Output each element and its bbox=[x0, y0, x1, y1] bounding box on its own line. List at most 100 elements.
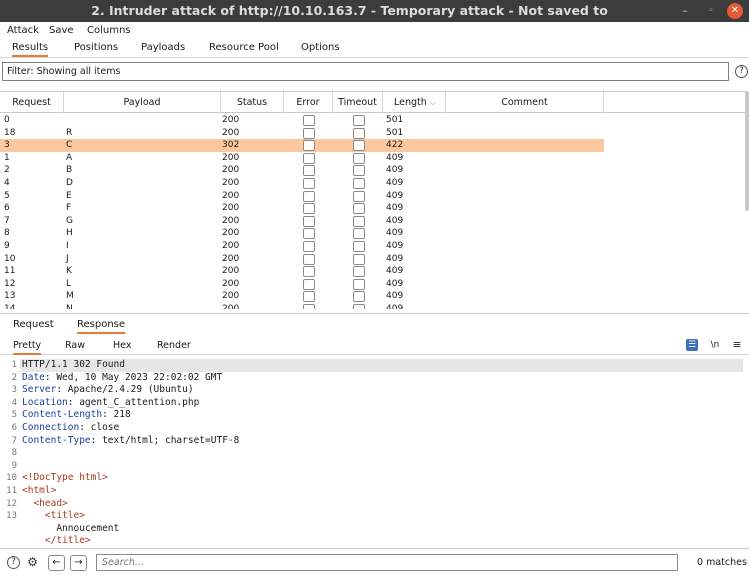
table-row[interactable]: 8 H 200 409 bbox=[0, 227, 745, 240]
row-background bbox=[0, 164, 604, 177]
column-length[interactable]: Length ⌵ bbox=[383, 92, 446, 113]
table-row[interactable]: 9 I 200 409 bbox=[0, 240, 745, 253]
filter-bar[interactable]: Filter: Showing all items bbox=[2, 62, 729, 81]
column-request[interactable]: Request bbox=[0, 92, 64, 113]
timeout-checkbox[interactable] bbox=[353, 165, 365, 177]
table-row[interactable]: 13 M 200 409 bbox=[0, 290, 745, 303]
timeout-checkbox[interactable] bbox=[353, 140, 365, 152]
tab-results[interactable]: Results bbox=[12, 42, 49, 57]
back-button[interactable]: ← bbox=[48, 555, 65, 571]
timeout-checkbox[interactable] bbox=[353, 291, 365, 303]
column-timeout[interactable]: Timeout bbox=[333, 92, 383, 113]
table-row[interactable]: 10 J 200 409 bbox=[0, 253, 745, 266]
menu-save[interactable]: Save bbox=[49, 25, 74, 36]
timeout-checkbox[interactable] bbox=[353, 115, 365, 126]
error-checkbox[interactable] bbox=[303, 304, 315, 309]
table-row[interactable]: 6 F 200 409 bbox=[0, 202, 745, 215]
tab-raw[interactable]: Raw bbox=[65, 340, 85, 351]
tab-response[interactable]: Response bbox=[77, 319, 126, 334]
timeout-checkbox[interactable] bbox=[353, 127, 365, 139]
tab-payloads[interactable]: Payloads bbox=[141, 42, 185, 53]
cell-length: 409 bbox=[386, 266, 404, 277]
row-background bbox=[0, 278, 604, 291]
tab-pretty[interactable]: Pretty bbox=[13, 340, 42, 355]
table-row[interactable]: 3 C 302 422 bbox=[0, 139, 745, 152]
timeout-checkbox[interactable] bbox=[353, 253, 365, 265]
cell-length: 409 bbox=[386, 291, 404, 302]
column-status[interactable]: Status bbox=[221, 92, 284, 113]
cell-status: 200 bbox=[222, 228, 240, 239]
error-checkbox[interactable] bbox=[303, 178, 315, 189]
timeout-checkbox[interactable] bbox=[353, 241, 365, 252]
tab-options[interactable]: Options bbox=[301, 42, 340, 53]
settings-gear-icon[interactable]: ⚙ bbox=[26, 556, 39, 569]
row-background bbox=[0, 177, 604, 190]
error-checkbox[interactable] bbox=[303, 253, 315, 265]
timeout-checkbox[interactable] bbox=[353, 203, 365, 215]
minimize-button[interactable]: – bbox=[677, 3, 693, 19]
error-checkbox[interactable] bbox=[303, 115, 315, 126]
table-row[interactable]: 5 E 200 409 bbox=[0, 190, 745, 203]
tab-resource-pool[interactable]: Resource Pool bbox=[209, 42, 279, 53]
filter-help-icon[interactable]: ? bbox=[735, 65, 748, 78]
timeout-checkbox[interactable] bbox=[353, 152, 365, 164]
table-row[interactable]: 14 N 200 409 bbox=[0, 303, 745, 309]
tab-render[interactable]: Render bbox=[157, 340, 191, 351]
timeout-checkbox[interactable] bbox=[353, 304, 365, 309]
error-checkbox[interactable] bbox=[303, 140, 315, 152]
column-length-label: Length bbox=[394, 97, 427, 108]
newline-icon[interactable]: \n bbox=[709, 339, 721, 351]
search-input[interactable] bbox=[96, 554, 678, 571]
table-row[interactable]: 4 D 200 409 bbox=[0, 177, 745, 190]
column-error[interactable]: Error bbox=[284, 92, 333, 113]
timeout-checkbox[interactable] bbox=[353, 190, 365, 202]
menu-attack[interactable]: Attack bbox=[7, 25, 39, 36]
code-token: : Wed, 10 May 2023 22:02:02 GMT bbox=[44, 371, 223, 383]
column-payload[interactable]: Payload bbox=[64, 92, 221, 113]
error-checkbox[interactable] bbox=[303, 165, 315, 177]
menu-columns[interactable]: Columns bbox=[87, 25, 131, 36]
help-icon[interactable]: ? bbox=[7, 556, 20, 569]
error-checkbox[interactable] bbox=[303, 266, 315, 278]
table-row[interactable]: 11 K 200 409 bbox=[0, 265, 745, 278]
column-comment[interactable]: Comment bbox=[446, 92, 604, 113]
code-line: 6 Connection: close bbox=[0, 422, 749, 435]
error-checkbox[interactable] bbox=[303, 278, 315, 290]
table-scrollbar[interactable] bbox=[745, 91, 749, 211]
wrap-lines-icon[interactable]: ☰ bbox=[686, 339, 698, 351]
row-background bbox=[0, 127, 604, 140]
code-token: HTTP/1.1 302 Found bbox=[22, 359, 125, 370]
table-row[interactable]: 0 200 501 bbox=[0, 114, 745, 127]
error-checkbox[interactable] bbox=[303, 190, 315, 202]
table-row[interactable]: 1 A 200 409 bbox=[0, 152, 745, 165]
error-checkbox[interactable] bbox=[303, 152, 315, 164]
error-checkbox[interactable] bbox=[303, 215, 315, 227]
timeout-checkbox[interactable] bbox=[353, 266, 365, 278]
maximize-button[interactable]: ◦ bbox=[703, 3, 719, 19]
table-row[interactable]: 18 R 200 501 bbox=[0, 127, 745, 140]
table-row[interactable]: 12 L 200 409 bbox=[0, 278, 745, 291]
table-row[interactable]: 2 B 200 409 bbox=[0, 164, 745, 177]
tab-request[interactable]: Request bbox=[13, 319, 54, 330]
forward-button[interactable]: → bbox=[70, 555, 87, 571]
timeout-checkbox[interactable] bbox=[353, 278, 365, 290]
cell-status: 200 bbox=[222, 266, 240, 277]
error-checkbox[interactable] bbox=[303, 291, 315, 303]
error-checkbox[interactable] bbox=[303, 228, 315, 240]
cell-status: 200 bbox=[222, 127, 240, 138]
response-editor[interactable]: 1 HTTP/1.1 302 Found 2 Date: Wed, 10 May 20… bbox=[0, 357, 749, 546]
error-checkbox[interactable] bbox=[303, 241, 315, 252]
row-background bbox=[0, 152, 604, 165]
timeout-checkbox[interactable] bbox=[353, 178, 365, 189]
error-checkbox[interactable] bbox=[303, 127, 315, 139]
cell-payload: B bbox=[66, 165, 73, 176]
error-checkbox[interactable] bbox=[303, 203, 315, 215]
timeout-checkbox[interactable] bbox=[353, 215, 365, 227]
close-button[interactable]: ✕ bbox=[727, 3, 743, 19]
menu-icon[interactable]: ≡ bbox=[731, 339, 743, 351]
timeout-checkbox[interactable] bbox=[353, 228, 365, 240]
table-row[interactable]: 7 G 200 409 bbox=[0, 215, 745, 228]
tab-hex[interactable]: Hex bbox=[113, 340, 131, 351]
tab-positions[interactable]: Positions bbox=[74, 42, 118, 53]
